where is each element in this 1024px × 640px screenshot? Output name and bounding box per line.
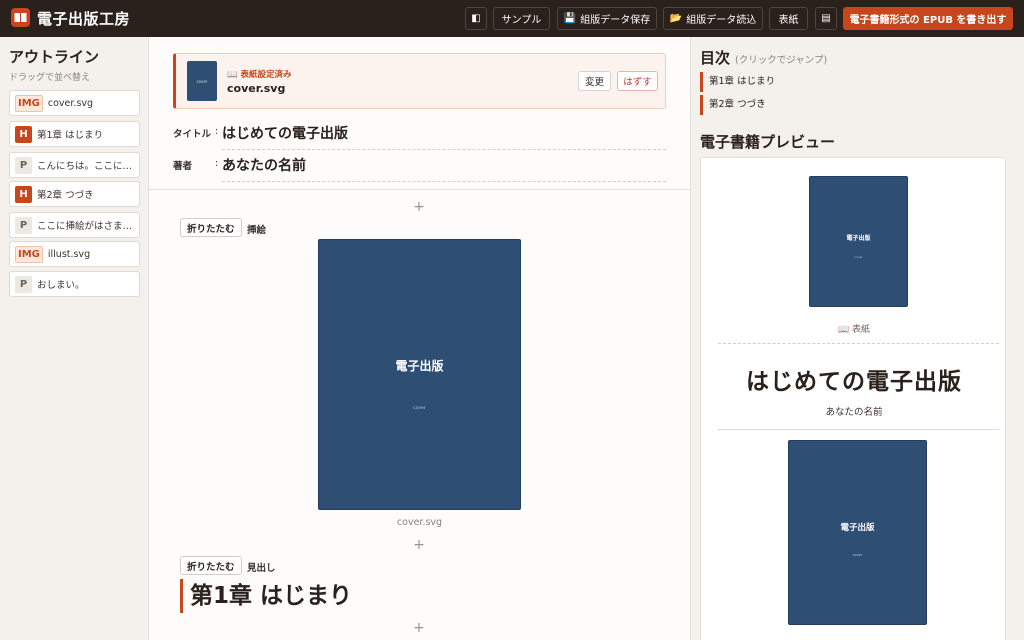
sample-button[interactable]: サンプル bbox=[493, 7, 550, 30]
outline-item[interactable]: H 第2章 つづき bbox=[9, 181, 140, 207]
author-colon: : bbox=[215, 158, 219, 169]
add-block-button[interactable]: + bbox=[412, 200, 426, 214]
paragraph-badge: P bbox=[15, 156, 32, 174]
preview-cover-title: 電子出版 bbox=[846, 235, 871, 242]
outline-item-text: cover.svg bbox=[47, 97, 94, 109]
cover-button[interactable]: 表紙 bbox=[769, 7, 808, 30]
preview-cover-subtitle: cover bbox=[854, 255, 863, 259]
outline-title: アウトライン bbox=[9, 48, 100, 66]
preview-cover-caption: 📖 表紙 bbox=[837, 325, 871, 335]
image-badge: IMG bbox=[15, 245, 43, 263]
save-layout-button[interactable]: 💾 組版データ保存 bbox=[557, 7, 657, 30]
sidebar-toggle-icon: ◧ bbox=[471, 12, 481, 24]
divider bbox=[149, 189, 690, 190]
paragraph-badge: P bbox=[15, 275, 32, 293]
preview-panel: 目次 (クリックでジャンプ) 第1章 はじまり 第2章 つづき 電子書籍プレビュ… bbox=[690, 37, 1024, 640]
outline-item[interactable]: P ここに挿絵がはさま… bbox=[9, 212, 140, 238]
author-input[interactable]: あなたの名前 bbox=[222, 155, 666, 182]
folder-icon: 📂 bbox=[669, 12, 683, 24]
outline-item[interactable]: P こんにちは。ここに… bbox=[9, 152, 140, 178]
outline-item[interactable]: IMG cover.svg bbox=[9, 90, 140, 116]
title-colon: : bbox=[215, 126, 219, 137]
preview-book-title: はじめての電子出版 bbox=[746, 369, 962, 395]
collapse-button[interactable]: 折りたたむ bbox=[180, 556, 242, 575]
image-badge: IMG bbox=[15, 94, 43, 112]
title-input[interactable]: はじめての電子出版 bbox=[222, 123, 666, 150]
outline-item-text: ここに挿絵がはさま… bbox=[37, 221, 133, 232]
preview-image-title: 電子出版 bbox=[840, 523, 875, 533]
menu-button[interactable]: ▤ bbox=[815, 7, 837, 30]
outline-item[interactable]: H 第1章 はじまり bbox=[9, 121, 140, 147]
load-layout-button[interactable]: 📂 組版データ読込 bbox=[663, 7, 763, 30]
top-bar: 電子出版工房 ◧ サンプル 💾 組版データ保存 📂 組版データ読込 表紙 ▤ 電… bbox=[0, 0, 1024, 37]
preview-divider bbox=[718, 343, 999, 344]
cover-thumbnail-text: cover bbox=[196, 78, 208, 84]
editor-panel: cover 📖 表紙設定済み cover.svg 変更 はずす タイトル : は… bbox=[149, 37, 690, 640]
heading-badge: H bbox=[15, 185, 32, 203]
cover-label: 表紙 bbox=[778, 15, 799, 26]
toc-item[interactable]: 第1章 はじまり bbox=[700, 72, 775, 92]
book-icon bbox=[11, 8, 30, 27]
cover-status: 📖 表紙設定済み bbox=[227, 70, 292, 80]
add-block-button[interactable]: + bbox=[412, 621, 426, 635]
outline-subtitle: ドラッグで並べ替え bbox=[9, 73, 91, 83]
image-title: 電子出版 bbox=[395, 359, 444, 373]
paragraph-badge: P bbox=[15, 216, 32, 234]
cover-filename: cover.svg bbox=[227, 82, 286, 95]
preview-cover-image: 電子出版 cover bbox=[809, 176, 908, 307]
preview-title: 電子書籍プレビュー bbox=[700, 133, 836, 151]
sidebar-toggle-button[interactable]: ◧ bbox=[465, 7, 487, 30]
load-layout-label: 組版データ読込 bbox=[686, 15, 757, 26]
floppy-disk-icon: 💾 bbox=[563, 12, 577, 24]
collapse-button[interactable]: 折りたたむ bbox=[180, 218, 242, 237]
toc-title: 目次 bbox=[700, 49, 731, 67]
outline-item-text: 第2章 つづき bbox=[37, 190, 94, 201]
remove-cover-button[interactable]: はずす bbox=[617, 71, 658, 91]
illustration-image[interactable]: 電子出版 cover bbox=[318, 239, 521, 510]
author-label: 著者 bbox=[173, 161, 193, 172]
outline-item-text: おしまい。 bbox=[37, 280, 85, 291]
preview-frame: 電子出版 cover 📖 表紙 はじめての電子出版 あなたの名前 電子出版 co… bbox=[700, 157, 1006, 640]
outline-item[interactable]: IMG illust.svg bbox=[9, 241, 140, 267]
cover-thumbnail: cover bbox=[187, 61, 217, 101]
sample-label: サンプル bbox=[501, 15, 542, 26]
title-label: タイトル bbox=[173, 129, 212, 140]
export-epub-label: 電子書籍形式の EPUB を書き出す bbox=[849, 15, 1007, 26]
menu-icon: ▤ bbox=[821, 12, 831, 24]
toc-item[interactable]: 第2章 つづき bbox=[700, 95, 766, 115]
outline-item[interactable]: P おしまい。 bbox=[9, 271, 140, 297]
image-caption: cover.svg bbox=[396, 517, 443, 528]
outline-item-text: illust.svg bbox=[47, 248, 91, 260]
toc-subtitle: (クリックでジャンプ) bbox=[735, 55, 828, 66]
outline-item-text: こんにちは。ここに… bbox=[37, 161, 133, 172]
heading-badge: H bbox=[15, 125, 32, 143]
export-epub-button[interactable]: 電子書籍形式の EPUB を書き出す bbox=[843, 7, 1013, 30]
outline-item-text: 第1章 はじまり bbox=[37, 130, 104, 141]
outline-panel: アウトライン ドラッグで並べ替え IMG cover.svg H 第1章 はじま… bbox=[0, 37, 149, 640]
preview-author: あなたの名前 bbox=[825, 407, 883, 418]
block-type-label: 見出し bbox=[247, 563, 276, 574]
change-cover-button[interactable]: 変更 bbox=[578, 71, 611, 91]
preview-divider bbox=[718, 429, 999, 430]
preview-image-subtitle: cover bbox=[852, 553, 863, 557]
block-type-label: 挿絵 bbox=[247, 225, 267, 236]
add-block-button[interactable]: + bbox=[412, 538, 426, 552]
app-title: 電子出版工房 bbox=[37, 10, 131, 28]
preview-illustration-image: 電子出版 cover bbox=[788, 440, 927, 625]
cover-card: cover 📖 表紙設定済み cover.svg 変更 はずす bbox=[173, 53, 666, 109]
image-subtitle: cover bbox=[413, 406, 426, 411]
heading-input[interactable]: 第1章 はじまり bbox=[180, 579, 352, 613]
save-layout-label: 組版データ保存 bbox=[580, 15, 651, 26]
